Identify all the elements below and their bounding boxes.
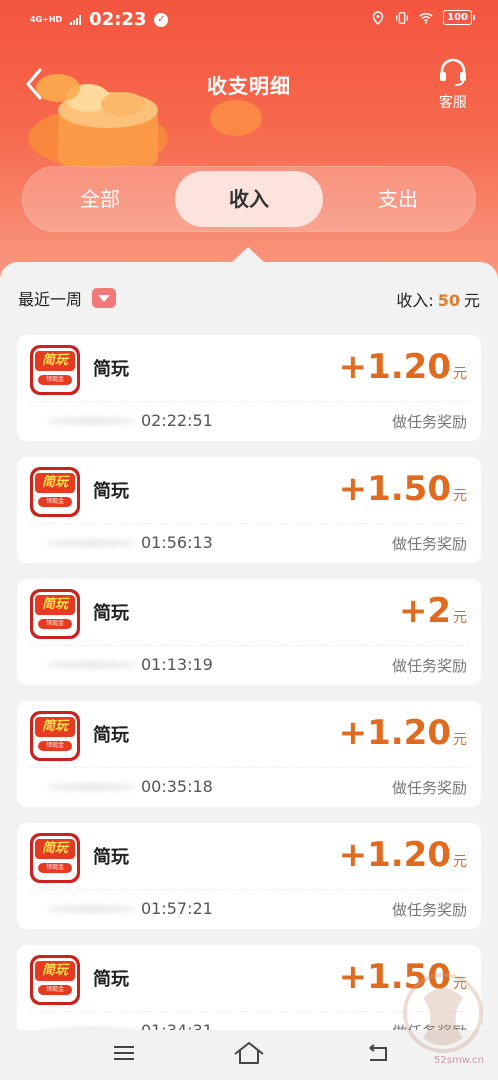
app-icon-sub: 领现金: [38, 375, 72, 385]
redacted-text: [47, 783, 135, 791]
row-divider: [29, 523, 469, 524]
record-name: 简玩: [93, 359, 129, 380]
redacted-text: [47, 417, 135, 425]
app-icon: 简玩 领现金: [30, 711, 80, 761]
network-indicator: 4G+HD: [30, 14, 63, 24]
list-item[interactable]: 简玩 领现金 简玩 +1.20 元 00:35:18 做任务奖励: [17, 701, 481, 807]
wifi-icon: [419, 12, 433, 24]
back-nav-button[interactable]: [360, 1038, 396, 1068]
income-total-unit: 元: [463, 291, 480, 310]
record-name: 简玩: [93, 969, 129, 990]
record-description: 做任务奖励: [391, 657, 467, 675]
record-name: 简玩: [93, 725, 129, 746]
chevron-down-icon[interactable]: [92, 288, 117, 308]
app-icon: 简玩 领现金: [30, 589, 80, 639]
app-icon-badge: 简玩: [35, 961, 75, 981]
app-icon-sub: 领现金: [38, 619, 72, 629]
tab-pointer: [231, 247, 265, 263]
row-divider: [29, 645, 469, 646]
headset-icon: [440, 58, 466, 86]
period-filter[interactable]: 最近一周: [18, 287, 117, 309]
app-icon-badge: 简玩: [35, 717, 75, 737]
record-amount-value: +1.50: [338, 469, 451, 509]
redacted-text: [47, 905, 135, 913]
record-time: 02:22:51: [141, 411, 213, 430]
record-description: 做任务奖励: [391, 535, 467, 553]
record-amount-unit: 元: [453, 366, 467, 382]
record-amount-value: +1.20: [338, 835, 451, 875]
app-icon: 简玩 领现金: [30, 345, 80, 395]
period-label: 最近一周: [18, 290, 83, 309]
vibrate-icon: [396, 11, 409, 24]
record-description: 做任务奖励: [391, 779, 467, 797]
app-icon-badge: 简玩: [35, 839, 75, 859]
record-time: 01:13:19: [141, 655, 213, 674]
redacted-text: [47, 661, 135, 669]
record-amount: +1.20 元: [339, 835, 467, 875]
status-bar: 4G+HD 02:23 ✓ 100: [0, 0, 498, 40]
app-icon: 简玩 领现金: [30, 955, 80, 1005]
watermark-text: 52smw.cn: [434, 1055, 484, 1066]
income-total: 收入: 50 元: [396, 287, 480, 311]
income-total-value: 50: [437, 291, 460, 310]
record-amount-unit: 元: [453, 854, 467, 870]
list-item[interactable]: 简玩 领现金 简玩 +1.20 元 02:22:51 做任务奖励: [17, 335, 481, 441]
app-icon: 简玩 领现金: [30, 467, 80, 517]
customer-service-button[interactable]: 客服: [430, 58, 476, 112]
record-name: 简玩: [93, 481, 129, 502]
record-amount-value: +1.20: [338, 347, 451, 387]
watermark-logo: [403, 973, 483, 1053]
list-item[interactable]: 简玩 领现金 简玩 +2 元 01:13:19 做任务奖励: [17, 579, 481, 685]
app-icon-sub: 领现金: [38, 497, 72, 507]
app-icon-badge: 简玩: [35, 351, 75, 371]
page-title: 收支明细: [207, 74, 291, 98]
record-amount-unit: 元: [453, 732, 467, 748]
app-icon-sub: 领现金: [38, 741, 72, 751]
location-icon: [372, 10, 384, 25]
home-button[interactable]: [231, 1038, 267, 1068]
record-amount: +1.20 元: [339, 713, 467, 753]
row-divider: [29, 889, 469, 890]
record-name: 简玩: [93, 847, 129, 868]
signal-icon: [70, 14, 82, 25]
record-amount: +1.50 元: [339, 469, 467, 509]
app-icon-badge: 简玩: [35, 473, 75, 493]
record-amount-value: +2: [398, 591, 451, 631]
list-item[interactable]: 简玩 领现金 简玩 +1.20 元 01:57:21 做任务奖励: [17, 823, 481, 929]
redacted-text: [47, 539, 135, 547]
status-time: 02:23: [89, 9, 147, 30]
row-divider: [29, 767, 469, 768]
app-icon: 简玩 领现金: [30, 833, 80, 883]
record-amount-unit: 元: [453, 488, 467, 504]
app-icon-sub: 领现金: [38, 863, 72, 873]
tab-all[interactable]: 全部: [26, 166, 174, 232]
tab-expense[interactable]: 支出: [324, 166, 472, 232]
record-amount: +2 元: [399, 591, 467, 631]
check-icon: ✓: [154, 12, 169, 27]
service-label: 客服: [439, 95, 467, 111]
menu-button[interactable]: [106, 1038, 142, 1068]
app-icon-badge: 简玩: [35, 595, 75, 615]
record-amount-value: +1.20: [338, 713, 451, 753]
record-name: 简玩: [93, 603, 129, 624]
record-description: 做任务奖励: [391, 901, 467, 919]
record-description: 做任务奖励: [391, 413, 467, 431]
tab-bar: 全部 收入 支出: [22, 166, 476, 232]
record-time: 00:35:18: [141, 777, 213, 796]
app-icon-sub: 领现金: [38, 985, 72, 995]
income-total-label: 收入:: [396, 291, 434, 310]
list-item[interactable]: 简玩 领现金 简玩 +1.50 元 01:56:13 做任务奖励: [17, 457, 481, 563]
battery-icon: 100: [443, 10, 475, 25]
record-time: 01:56:13: [141, 533, 213, 552]
record-amount: +1.20 元: [339, 347, 467, 387]
row-divider: [29, 401, 469, 402]
record-time: 01:57:21: [141, 899, 213, 918]
record-amount-unit: 元: [453, 610, 467, 626]
tab-income[interactable]: 收入: [175, 171, 323, 227]
